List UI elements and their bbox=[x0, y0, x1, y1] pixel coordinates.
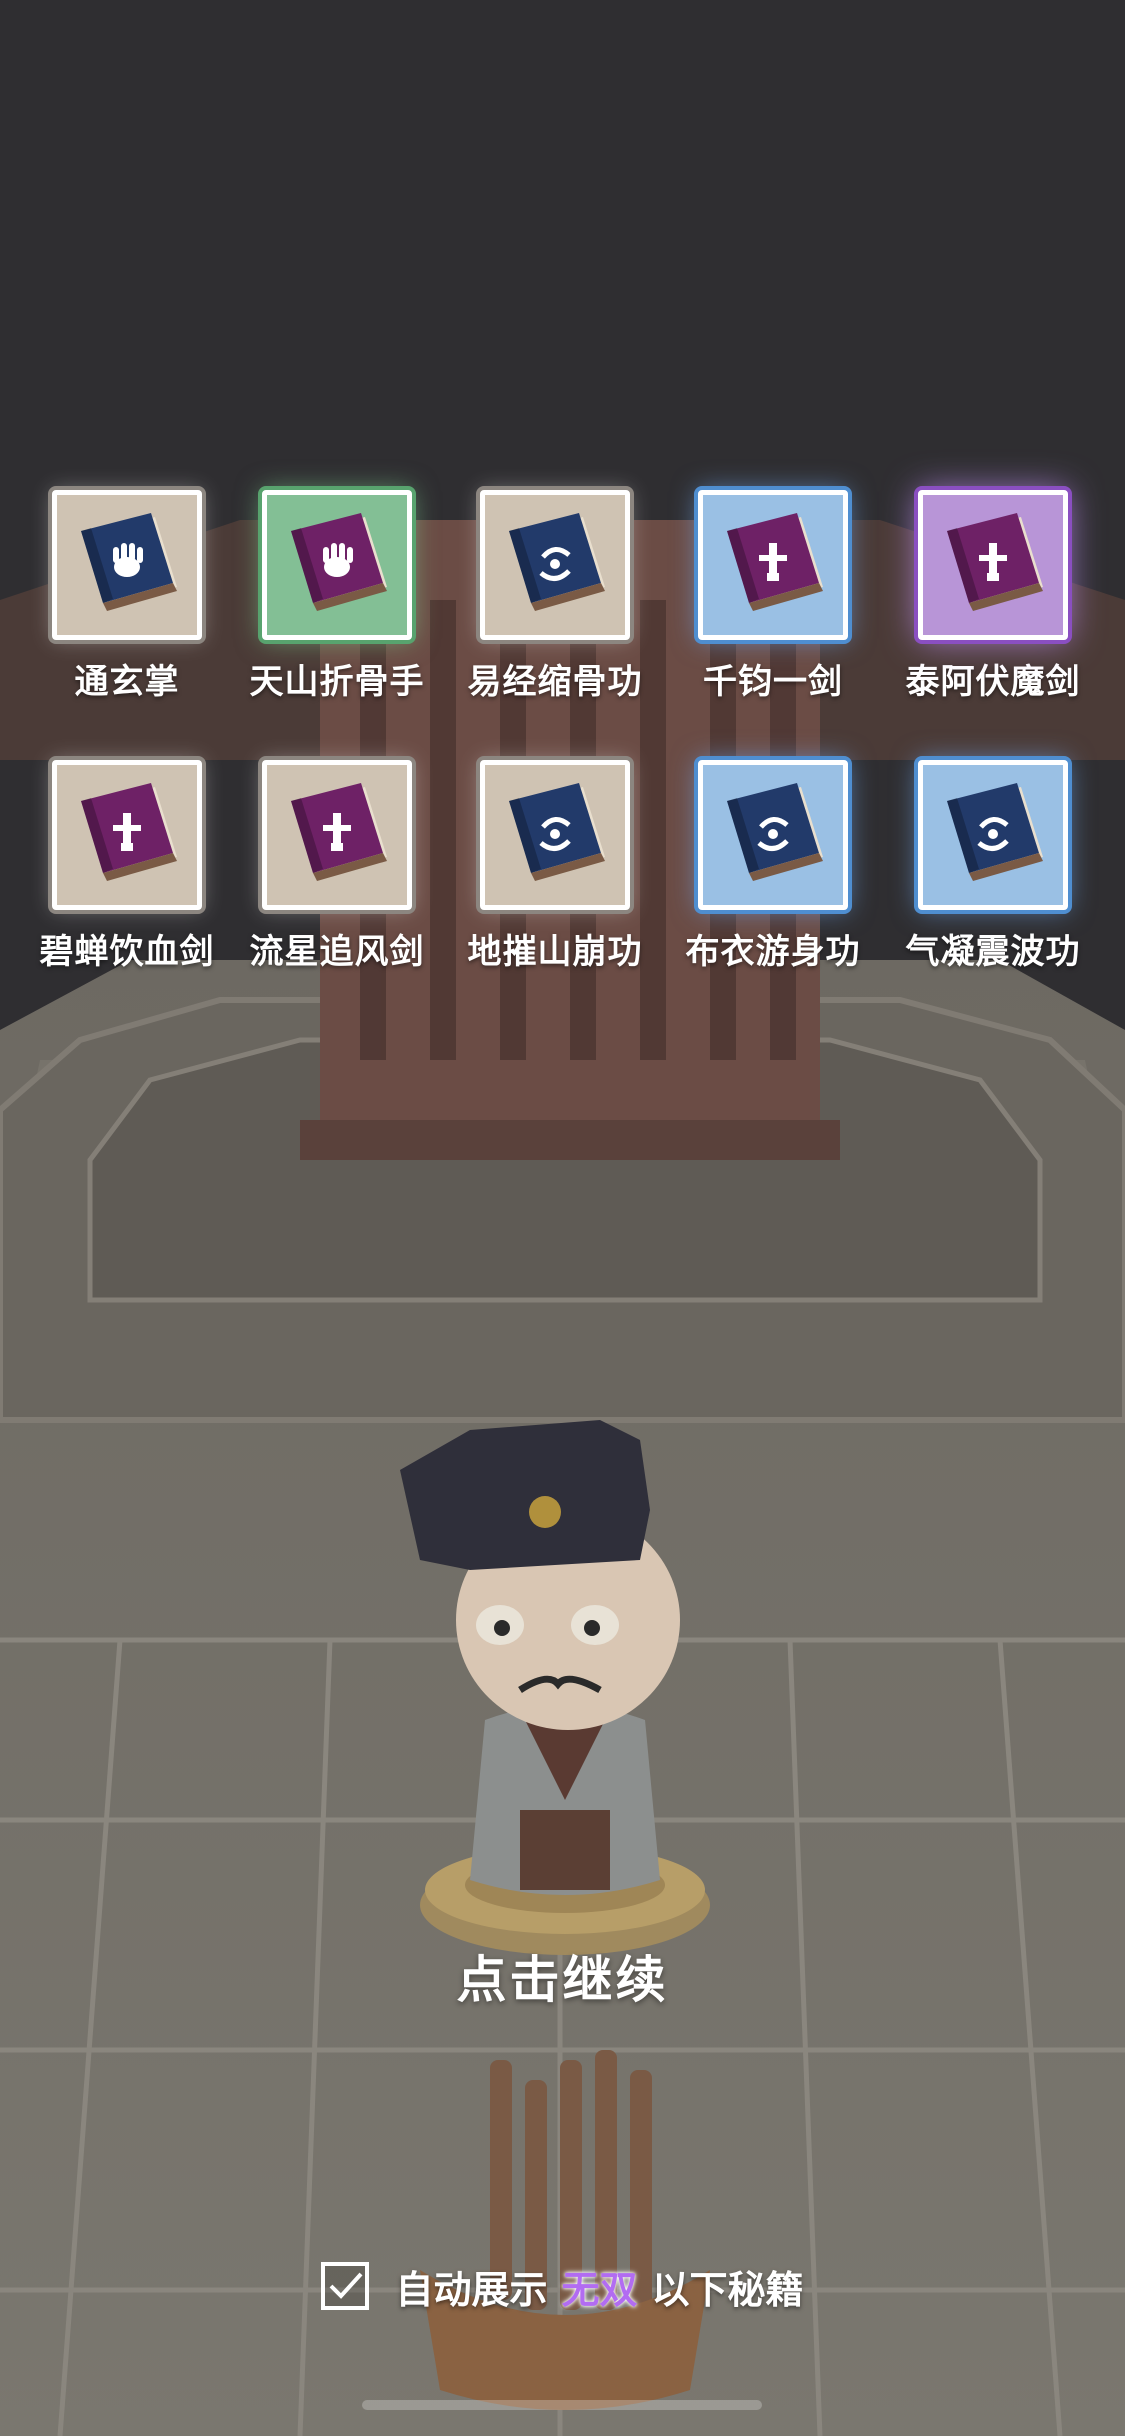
skill-book-name: 地摧山崩功 bbox=[467, 932, 643, 972]
auto-show-suffix: 以下秘籍 bbox=[651, 2267, 804, 2312]
skill-book-item[interactable]: 流星追风剑 bbox=[232, 760, 442, 973]
skill-book-item[interactable]: 碧蝉饮血剑 bbox=[22, 760, 232, 973]
skill-book-icon bbox=[52, 760, 202, 910]
temple-scene bbox=[0, 0, 1125, 2436]
skill-book-icon bbox=[262, 760, 412, 910]
skill-book-icon bbox=[698, 490, 848, 640]
skill-book-item[interactable]: 布衣游身功 bbox=[668, 760, 878, 973]
auto-show-tier: 无双 bbox=[561, 2267, 638, 2312]
skill-book-name: 碧蝉饮血剑 bbox=[39, 932, 215, 972]
home-indicator bbox=[362, 2400, 762, 2410]
skill-book-icon bbox=[52, 490, 202, 640]
skill-book-name: 气凝震波功 bbox=[905, 932, 1081, 972]
tap-to-continue[interactable]: 点击继续 bbox=[0, 1940, 1125, 2012]
skill-book-icon bbox=[480, 760, 630, 910]
skill-book-item[interactable]: 千钧一剑 bbox=[668, 490, 878, 703]
skill-book-icon bbox=[918, 490, 1068, 640]
skill-book-name: 天山折骨手 bbox=[249, 662, 425, 702]
skill-book-item[interactable]: 气凝震波功 bbox=[888, 760, 1098, 973]
skill-book-item[interactable]: 易经缩骨功 bbox=[450, 490, 660, 703]
skill-book-item[interactable]: 天山折骨手 bbox=[232, 490, 442, 703]
auto-show-checkbox[interactable] bbox=[321, 2262, 370, 2310]
skill-book-icon bbox=[918, 760, 1068, 910]
skill-book-icon bbox=[698, 760, 848, 910]
skill-book-icon bbox=[480, 490, 630, 640]
skill-book-name: 流星追风剑 bbox=[249, 932, 425, 972]
skill-book-icon bbox=[262, 490, 412, 640]
skill-book-item[interactable]: 通玄掌 bbox=[22, 490, 232, 703]
skill-book-name: 易经缩骨功 bbox=[467, 662, 643, 702]
checkmark-icon bbox=[330, 2272, 363, 2299]
auto-show-toggle[interactable]: 自动展示 无双 以下秘籍 bbox=[0, 2258, 1125, 2314]
skill-book-name: 千钧一剑 bbox=[703, 662, 843, 702]
skill-book-item[interactable]: 泰阿伏魔剑 bbox=[888, 490, 1098, 703]
auto-show-prefix: 自动展示 bbox=[395, 2267, 548, 2312]
skill-book-name: 通玄掌 bbox=[74, 662, 180, 702]
skill-book-item[interactable]: 地摧山崩功 bbox=[450, 760, 660, 973]
skill-book-name: 布衣游身功 bbox=[685, 932, 861, 972]
skill-book-name: 泰阿伏魔剑 bbox=[905, 662, 1081, 702]
